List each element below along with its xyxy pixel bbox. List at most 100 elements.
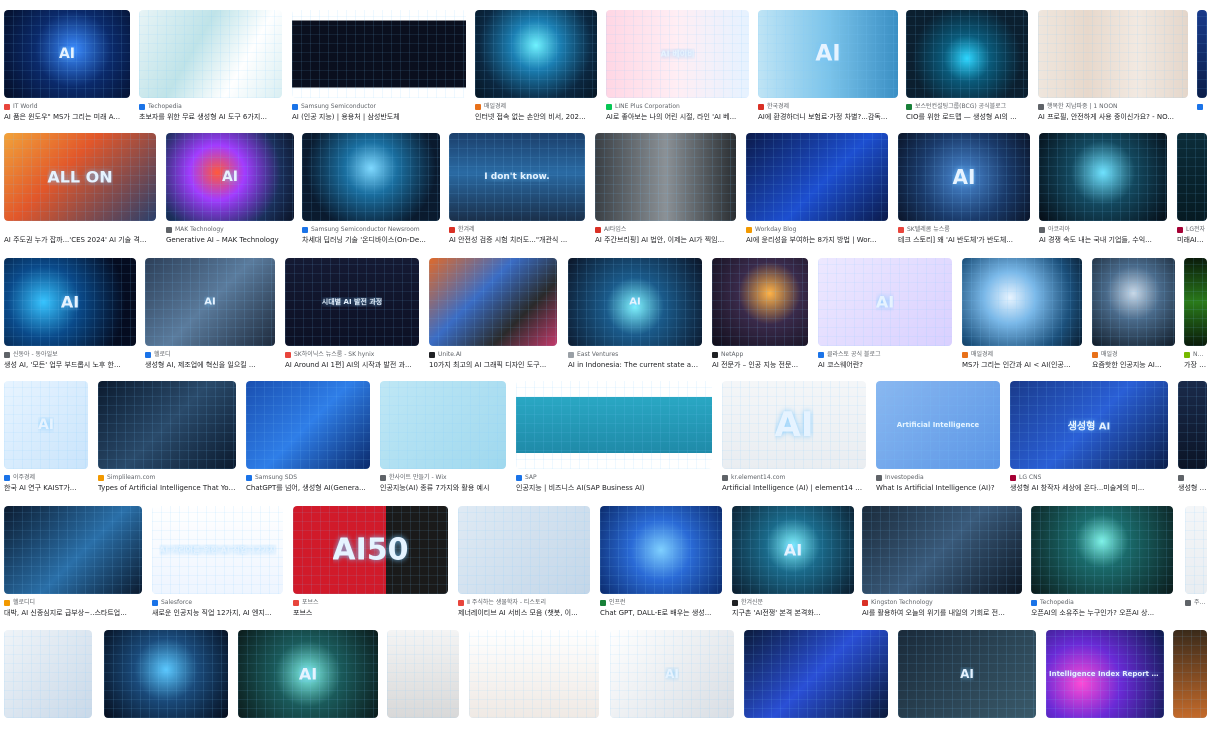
image-thumbnail[interactable] bbox=[1185, 506, 1207, 594]
result-source[interactable]: 인프런 bbox=[600, 598, 722, 608]
image-thumbnail[interactable]: AI bbox=[722, 381, 866, 469]
image-thumbnail[interactable]: I don't know. bbox=[449, 133, 585, 221]
image-thumbnail[interactable]: AI bbox=[166, 133, 294, 221]
image-result-card[interactable]: 생성형 AI LG CNS 생성형 AI 창작자 세상에 온다...미술계의 미..… bbox=[1010, 381, 1168, 494]
result-title[interactable]: 제너레이티브 AI 서비스 모음 (챗봇, 이... bbox=[458, 608, 590, 619]
result-title[interactable]: AI 주도권 누가 잡까...'CES 2024' AI 기술 격... bbox=[4, 235, 156, 246]
result-title[interactable]: ChatGPT를 넘어, 생성형 AI(Genera... bbox=[246, 483, 370, 494]
image-thumbnail[interactable] bbox=[292, 10, 466, 98]
image-thumbnail[interactable] bbox=[302, 133, 440, 221]
image-result-card[interactable]: AI타임스 AI 주간브리핑] AI 법안, 이제는 AI가 찍임... bbox=[595, 133, 736, 246]
image-result-card[interactable]: AI 클라스토 공식 블로그 AI 코스웨어란? bbox=[818, 258, 952, 371]
image-result-card[interactable]: 한사이트 만들기 - Wix 인공지능(AI) 종류 7가지와 활용 예시 bbox=[380, 381, 506, 494]
image-result-card[interactable] bbox=[104, 630, 228, 718]
image-thumbnail[interactable] bbox=[469, 630, 599, 718]
image-thumbnail[interactable] bbox=[429, 258, 557, 346]
image-thumbnail[interactable] bbox=[139, 10, 282, 98]
image-result-card[interactable]: LG전자 미래AI이... bbox=[1177, 133, 1207, 246]
image-thumbnail[interactable]: AI bbox=[898, 630, 1036, 718]
result-source[interactable]: NetApp bbox=[712, 350, 808, 360]
result-source[interactable]: 한겨레 bbox=[449, 225, 585, 235]
image-result-card[interactable]: 시대별 AI 발전 과정 SK하이닉스 뉴스룸 - SK hynix AI Arou… bbox=[285, 258, 419, 371]
result-source[interactable]: Samsung SDS bbox=[246, 473, 370, 483]
result-title[interactable]: 차세대 딥러닝 기술 '온디바이스(On-De... bbox=[302, 235, 440, 246]
result-source[interactable]: 포브스 bbox=[293, 598, 448, 608]
image-result-card[interactable]: Samsung Semiconductor Newsroom 차세대 딥러닝 기술… bbox=[302, 133, 440, 246]
result-source[interactable]: 매일경 bbox=[1092, 350, 1175, 360]
image-result-card[interactable]: AI East Ventures AI in Indonesia: The curr… bbox=[568, 258, 702, 371]
image-result-card[interactable]: Ⅱ 주식하는 생물학자 - 티스토리 제너레이티브 AI 서비스 모음 (챗봇, … bbox=[458, 506, 590, 619]
image-result-card[interactable]: AI bbox=[238, 630, 378, 718]
image-thumbnail[interactable]: AI bbox=[4, 10, 130, 98]
image-thumbnail[interactable]: AI bbox=[898, 133, 1030, 221]
image-result-card[interactable]: AI 한국경제 AI에 환경하더니 보험료·가정 차별?...감독... bbox=[758, 10, 898, 123]
result-source[interactable]: 이주경제 bbox=[4, 473, 88, 483]
result-source[interactable]: Ⅱ 주식하는 생물학자 - 티스토리 bbox=[458, 598, 590, 608]
result-title[interactable]: MS가 그리는 인간과 AI < AI(인공... bbox=[962, 360, 1082, 371]
image-result-card[interactable]: AI IT World AI 품은 윈도우" MS가 그리는 미래 A... bbox=[4, 10, 130, 123]
result-title[interactable]: AI 코스웨어란? bbox=[818, 360, 952, 371]
result-title[interactable]: 한국 AI 연구 KAIST가... bbox=[4, 483, 88, 494]
result-title[interactable]: 대박, AI 신종심지로 급부상~..스타트업... bbox=[4, 608, 142, 619]
image-thumbnail[interactable] bbox=[4, 506, 142, 594]
result-source[interactable]: 매일경제 bbox=[962, 350, 1082, 360]
image-thumbnail[interactable] bbox=[516, 381, 712, 469]
image-result-card[interactable] bbox=[1197, 10, 1207, 112]
result-source[interactable]: LG전자 bbox=[1177, 225, 1207, 235]
result-source[interactable]: SK텔레콤 뉴스룸 bbox=[898, 225, 1030, 235]
image-thumbnail[interactable]: Artificial Intelligence bbox=[876, 381, 1000, 469]
result-title[interactable]: AI 전문가 – 인공 지능 전문... bbox=[712, 360, 808, 371]
result-title[interactable]: AI 안전성 검증 시험 치러도..."개관식 ... bbox=[449, 235, 585, 246]
result-title[interactable]: 지구촌 'AI전쟁' 본격 본격화... bbox=[732, 608, 854, 619]
image-result-card[interactable]: 매일경제 인터넷 접속 없는 손안의 비서, 202... bbox=[475, 10, 597, 123]
result-source[interactable]: kr.element14.com bbox=[722, 473, 866, 483]
result-source[interactable]: 헬로디 bbox=[145, 350, 275, 360]
image-thumbnail[interactable] bbox=[1031, 506, 1173, 594]
result-title[interactable]: AI에 윤리성을 부여하는 8가지 방법 | Wor... bbox=[746, 235, 888, 246]
result-source[interactable]: 아코리아 bbox=[1039, 225, 1167, 235]
result-title[interactable]: AI를 활용하여 오늘의 위기를 내일의 기회로 전... bbox=[862, 608, 1022, 619]
result-title[interactable]: 포브스 bbox=[293, 608, 448, 619]
image-thumbnail[interactable]: Intelligence Index Report 2024 bbox=[1046, 630, 1164, 718]
image-thumbnail[interactable] bbox=[4, 630, 92, 718]
image-thumbnail[interactable]: AI 베이비 bbox=[606, 10, 749, 98]
result-title[interactable]: 생성형 AI 창작자 세상에 온다...미술계의 미... bbox=[1010, 483, 1168, 494]
result-title[interactable]: AI Around AI 1편] AI의 시작과 발전 과... bbox=[285, 360, 419, 371]
image-result-card[interactable]: AI kr.element14.com Artificial Intelligenc… bbox=[722, 381, 866, 494]
image-result-card[interactable]: 행복한 지남파중 | 1 NOON AI 프로필, 안전하게 사용 중이신가요? … bbox=[1038, 10, 1188, 123]
image-result-card[interactable]: AI 한겨신문 지구촌 'AI전쟁' 본격 본격화... bbox=[732, 506, 854, 619]
image-thumbnail[interactable]: AI bbox=[4, 258, 136, 346]
result-title[interactable]: AI 경쟁 속도 내는 국내 기업들, 수익... bbox=[1039, 235, 1167, 246]
image-thumbnail[interactable]: AI 커리어를 위한 AI 직업 12가지 bbox=[152, 506, 283, 594]
result-title[interactable]: AI (인공 지능) | 용용처 | 삼성반도체 bbox=[292, 112, 466, 123]
image-thumbnail[interactable] bbox=[906, 10, 1028, 98]
image-thumbnail[interactable]: AI bbox=[238, 630, 378, 718]
result-source[interactable]: 헬로디디 bbox=[4, 598, 142, 608]
image-result-card[interactable]: AI 이주경제 한국 AI 연구 KAIST가... bbox=[4, 381, 88, 494]
image-result-card[interactable]: AI SK텔레콤 뉴스룸 테크 스토리] 왜 'AI 반도체'가 반도체... bbox=[898, 133, 1030, 246]
result-title[interactable]: 오픈AI의 소유주는 누구인가? 오픈AI 상... bbox=[1031, 608, 1173, 619]
result-source[interactable] bbox=[1197, 102, 1207, 112]
image-thumbnail[interactable] bbox=[458, 506, 590, 594]
result-source[interactable]: AI타임스 bbox=[595, 225, 736, 235]
result-source[interactable]: Kingston Technology bbox=[862, 598, 1022, 608]
image-result-card[interactable] bbox=[4, 630, 92, 718]
image-thumbnail[interactable] bbox=[1092, 258, 1175, 346]
image-result-card[interactable]: Samsung Semiconductor AI (인공 지능) | 용용처 | … bbox=[292, 10, 466, 123]
image-result-card[interactable]: I don't know. 한겨레 AI 안전성 검증 시험 치러도..."개관식 … bbox=[449, 133, 585, 246]
result-title[interactable]: AI 주간브리핑] AI 법안, 이제는 AI가 찍임... bbox=[595, 235, 736, 246]
result-source[interactable]: LINE Plus Corporation bbox=[606, 102, 749, 112]
image-thumbnail[interactable] bbox=[1184, 258, 1207, 346]
image-thumbnail[interactable] bbox=[1197, 10, 1207, 98]
result-source[interactable]: MAK Technology bbox=[166, 225, 294, 235]
result-title[interactable]: 요즘핫한 인공지능 AI... bbox=[1092, 360, 1175, 371]
result-title[interactable]: 인공지능 | 비즈니스 AI(SAP Business AI) bbox=[516, 483, 712, 494]
image-thumbnail[interactable] bbox=[380, 381, 506, 469]
result-title[interactable]: Types of Artificial Intelligence That Yo… bbox=[98, 483, 236, 494]
result-title[interactable]: 생성형 AI, 제조업에 혁신을 일으킬 ... bbox=[145, 360, 275, 371]
result-title[interactable]: 미래AI이... bbox=[1177, 235, 1207, 246]
result-source[interactable]: 클라스토 공식 블로그 bbox=[818, 350, 952, 360]
image-result-card[interactable]: NVIDIA 가장 주목... bbox=[1184, 258, 1207, 371]
image-result-card[interactable] bbox=[744, 630, 888, 718]
result-title[interactable]: 가장 주목... bbox=[1184, 360, 1207, 371]
